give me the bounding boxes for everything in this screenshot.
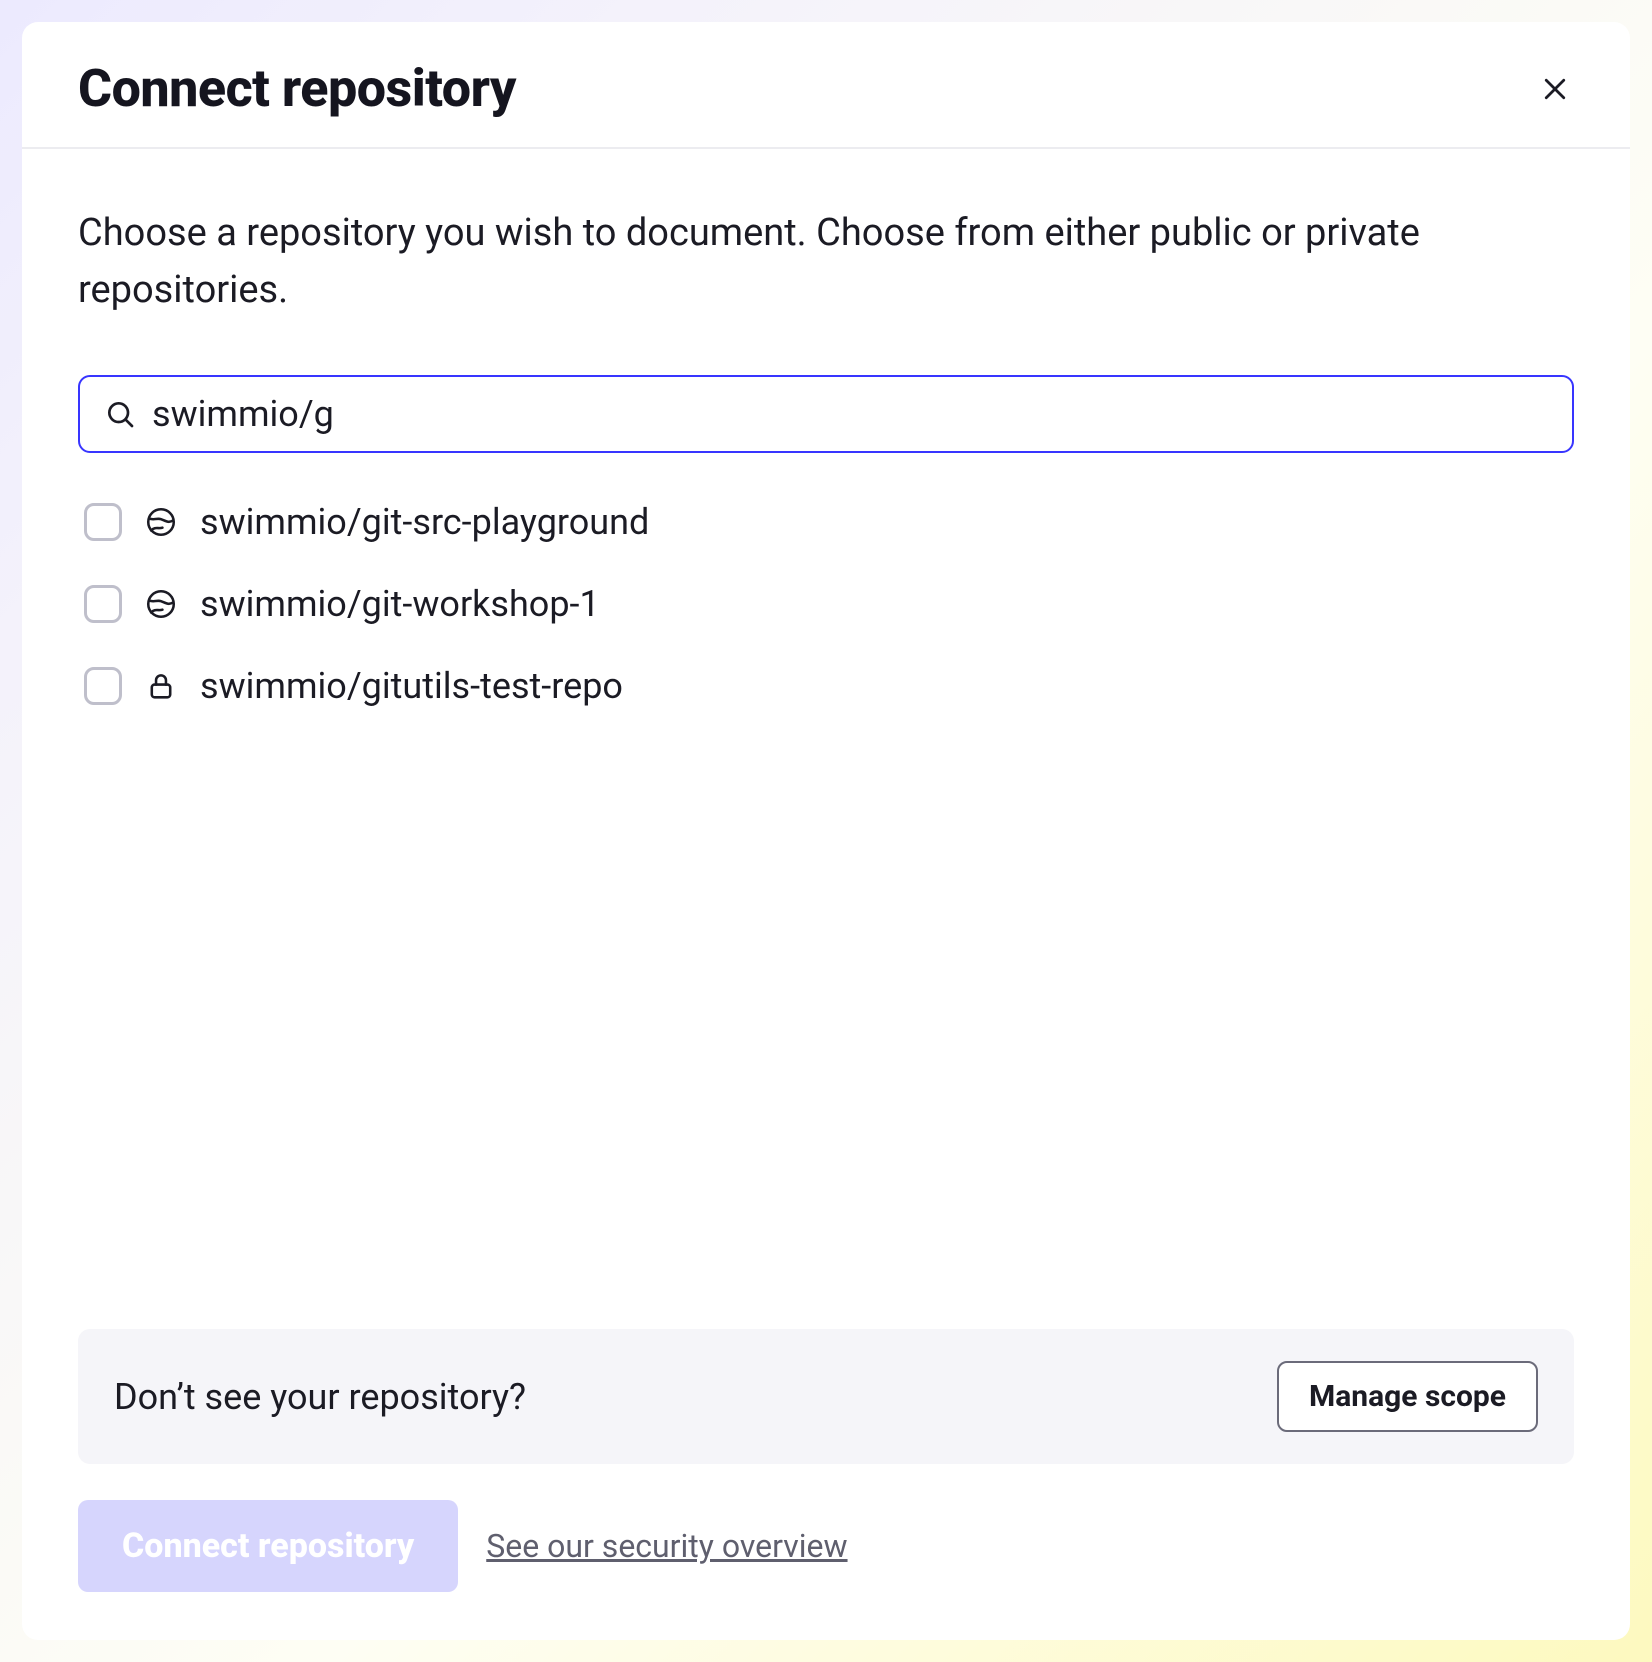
scope-bar: Don’t see your repository? Manage scope xyxy=(78,1329,1574,1464)
search-input[interactable] xyxy=(152,393,1548,435)
repo-name: swimmio/git-src-playground xyxy=(200,501,649,543)
close-button[interactable] xyxy=(1536,70,1574,108)
connect-repository-modal: Connect repository Choose a repository y… xyxy=(22,22,1630,1640)
modal-footer: Connect repository See our security over… xyxy=(78,1500,1574,1640)
scope-prompt: Don’t see your repository? xyxy=(114,1376,526,1418)
connect-repository-button[interactable]: Connect repository xyxy=(78,1500,458,1592)
security-overview-link[interactable]: See our security overview xyxy=(486,1527,847,1565)
repo-checkbox[interactable] xyxy=(84,503,122,541)
repo-row[interactable]: swimmio/git-src-playground xyxy=(78,481,1574,563)
modal-title: Connect repository xyxy=(78,58,516,119)
repo-row[interactable]: swimmio/gitutils-test-repo xyxy=(78,645,1574,727)
search-icon xyxy=(104,398,136,430)
lock-icon xyxy=(144,669,178,703)
repo-checkbox[interactable] xyxy=(84,667,122,705)
globe-icon xyxy=(144,587,178,621)
repo-checkbox[interactable] xyxy=(84,585,122,623)
modal-header: Connect repository xyxy=(22,22,1630,149)
repo-list: swimmio/git-src-playground swimmio/git-wo… xyxy=(78,481,1574,727)
repo-name: swimmio/gitutils-test-repo xyxy=(200,665,623,707)
search-field[interactable] xyxy=(78,375,1574,453)
repo-row[interactable]: swimmio/git-workshop-1 xyxy=(78,563,1574,645)
close-icon xyxy=(1540,74,1570,104)
modal-body: Choose a repository you wish to document… xyxy=(22,149,1630,1640)
modal-description: Choose a repository you wish to document… xyxy=(78,205,1574,319)
manage-scope-button[interactable]: Manage scope xyxy=(1277,1361,1538,1432)
globe-icon xyxy=(144,505,178,539)
repo-name: swimmio/git-workshop-1 xyxy=(200,583,600,625)
